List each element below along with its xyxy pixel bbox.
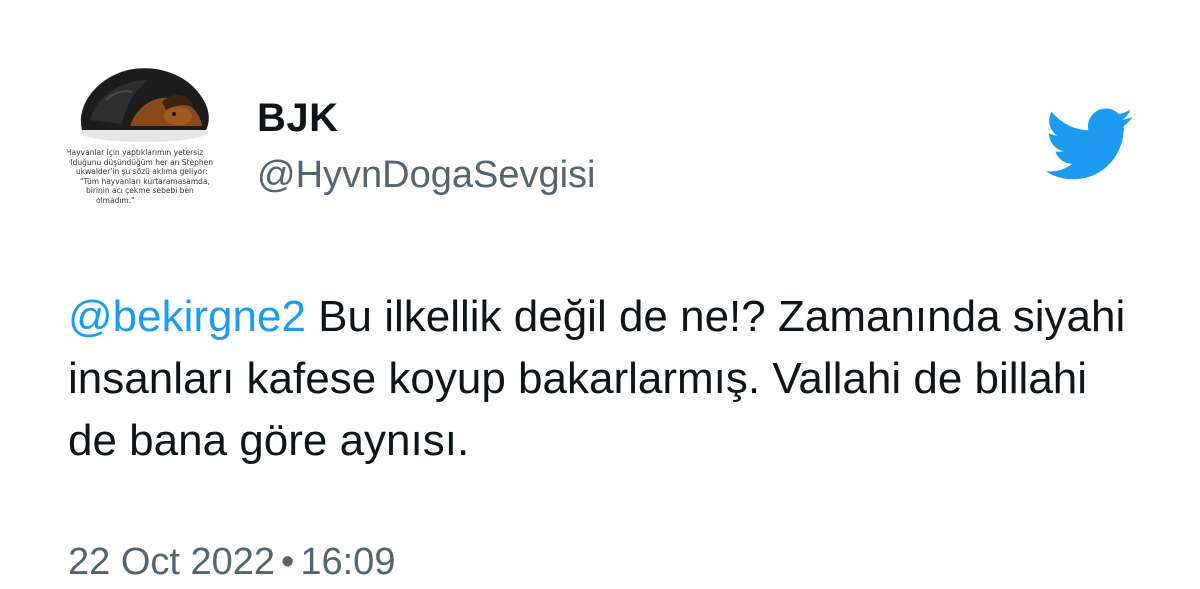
avatar-caption-line: ukwalder'in şu sözü aklıma geliyor: [76,167,208,177]
user-handle[interactable]: @HyvnDogaSevgisi [257,153,596,197]
tweet-card: Hayvanlar için yaptıklarımın yetersiz ol… [0,0,1200,589]
avatar-caption-line: olduğunu düşündüğüm her an Stephen [66,157,214,167]
avatar[interactable]: Hayvanlar için yaptıklarımın yetersiz ol… [66,56,230,220]
timestamp-separator: • [281,541,295,583]
avatar-caption-line: Hayvanlar için yaptıklarımın yetersiz [66,148,204,157]
dog-photo-icon [66,56,230,156]
avatar-caption-line: "Tüm hayvanları kurtaramasamda, [80,176,210,186]
avatar-caption-line: birinin acı çekme sebebi ben [86,186,194,196]
avatar-caption-line: olmadım." [96,195,135,205]
tweet-time: 16:09 [300,541,396,583]
tweet-date: 22 Oct 2022 [68,541,276,583]
avatar-caption: Hayvanlar için yaptıklarımın yetersiz ol… [66,148,230,206]
timestamp[interactable]: 22 Oct 2022 • 16:09 [68,540,395,584]
display-name[interactable]: BJK [257,96,339,140]
twitter-bird-icon[interactable] [1042,104,1134,182]
tweet-text: @bekirgne2 Bu ilkellik değil de ne!? Zam… [68,286,1148,472]
mention-link[interactable]: @bekirgne2 [68,292,306,341]
